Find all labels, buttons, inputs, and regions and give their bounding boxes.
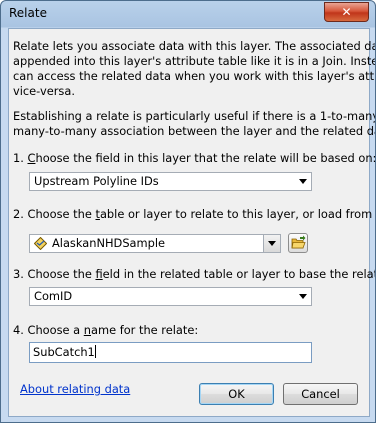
dialog-body: Relate lets you associate data with this… bbox=[8, 28, 375, 417]
note-line-2: many-to-many association between the lay… bbox=[13, 124, 376, 138]
text-cursor bbox=[94, 345, 96, 358]
relate-name-input[interactable]: SubCatch1 bbox=[29, 342, 312, 363]
related-field-dropdown[interactable]: ComID bbox=[29, 287, 312, 306]
relate-field-dropdown[interactable]: Upstream Polyline IDs bbox=[29, 172, 312, 191]
related-table-value: AlaskanNHDSample bbox=[52, 236, 166, 250]
step3-label: 3. Choose the field in the related table… bbox=[13, 267, 375, 281]
layer-icon bbox=[34, 237, 47, 250]
related-table-dropdown[interactable]: AlaskanNHDSample bbox=[29, 234, 281, 253]
window-title: Relate bbox=[9, 6, 47, 20]
relate-field-value: Upstream Polyline IDs bbox=[34, 174, 159, 188]
relate-dialog: Relate ✕ Relate lets you associate data … bbox=[0, 0, 376, 423]
open-folder-icon bbox=[291, 235, 306, 249]
close-button[interactable]: ✕ bbox=[324, 2, 369, 22]
related-field-value: ComID bbox=[34, 289, 73, 303]
step4-label: 4. Choose a name for the relate: bbox=[13, 323, 199, 337]
title-bar: Relate ✕ bbox=[1, 1, 375, 27]
relate-name-value: SubCatch1 bbox=[33, 345, 95, 359]
chevron-down-icon bbox=[268, 241, 276, 246]
intro-line-2: appended into this layer's attribute tab… bbox=[13, 54, 375, 68]
chevron-down-icon bbox=[299, 294, 307, 299]
ok-button[interactable]: OK bbox=[199, 383, 274, 405]
browse-button[interactable] bbox=[288, 233, 308, 253]
chevron-down-icon bbox=[299, 179, 307, 184]
intro-line-1: Relate lets you associate data with this… bbox=[13, 39, 375, 53]
note-line-1: Establishing a relate is particularly us… bbox=[13, 109, 376, 123]
step1-label: 1. Choose the field in this layer that t… bbox=[13, 151, 376, 165]
step2-label: 2. Choose the table or layer to relate t… bbox=[13, 207, 376, 221]
intro-line-3: can access the related data when you wor… bbox=[13, 69, 375, 83]
about-relating-data-link[interactable]: About relating data bbox=[20, 382, 130, 396]
intro-line-4: vice-versa. bbox=[13, 84, 75, 98]
cancel-button[interactable]: Cancel bbox=[283, 383, 358, 405]
